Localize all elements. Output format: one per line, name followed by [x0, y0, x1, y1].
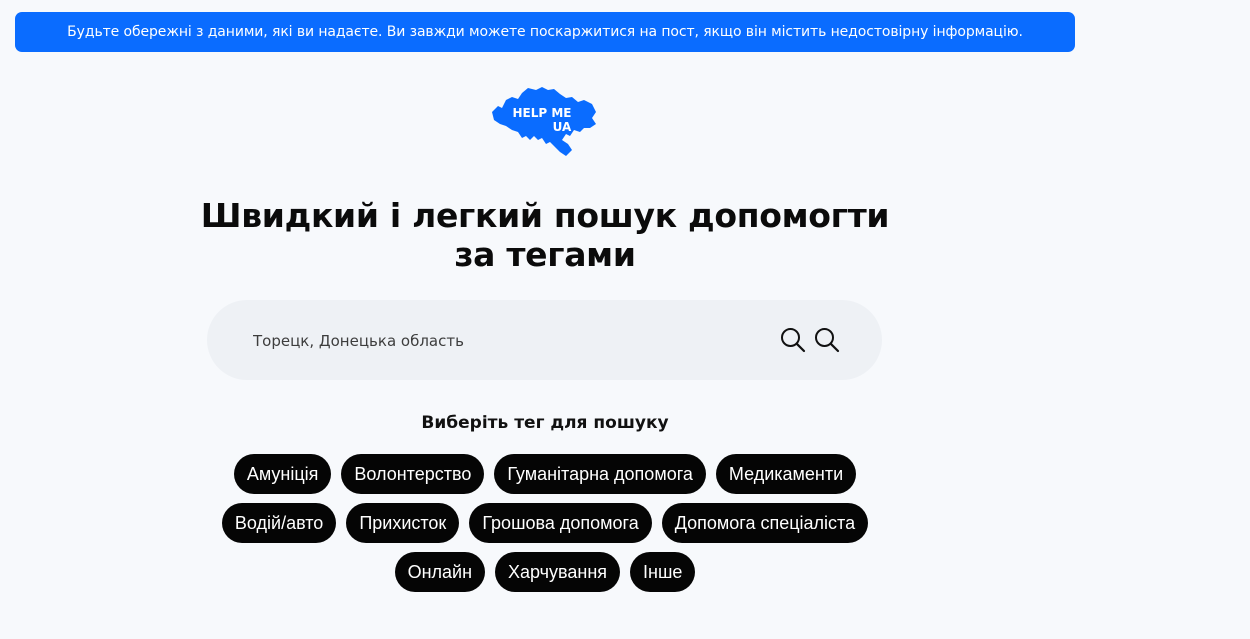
help-me-ua-logo[interactable]: HELP ME UA	[488, 84, 600, 160]
tag-online[interactable]: Онлайн	[394, 552, 486, 592]
tag-ammunition[interactable]: Амуніція	[233, 454, 332, 494]
tag-volunteering[interactable]: Волонтерство	[341, 454, 485, 494]
tag-row: Водій/авто Прихисток Грошова допомога До…	[200, 503, 890, 543]
tag-driver-car[interactable]: Водій/авто	[221, 503, 337, 543]
logo-text-line1: HELP ME	[513, 106, 572, 120]
search-input[interactable]	[251, 324, 755, 358]
tags-section-title: Виберіть тег для пошуку	[421, 413, 669, 433]
search-icon[interactable]	[814, 327, 840, 353]
tag-humanitarian-aid[interactable]: Гуманітарна допомога	[494, 454, 706, 494]
tag-medicines[interactable]: Медикаменти	[715, 454, 857, 494]
tag-row: Онлайн Харчування Інше	[200, 552, 890, 592]
page-title-line2: за тегами	[454, 235, 636, 274]
search-icon[interactable]	[780, 327, 806, 353]
tag-specialist-help[interactable]: Допомога спеціаліста	[661, 503, 869, 543]
tag-shelter[interactable]: Прихисток	[346, 503, 460, 543]
tag-financial-aid[interactable]: Грошова допомога	[469, 503, 652, 543]
warning-banner: Будьте обережні з даними, які ви надаєте…	[15, 12, 1075, 52]
warning-banner-text: Будьте обережні з даними, які ви надаєте…	[67, 24, 1023, 40]
tag-food[interactable]: Харчування	[495, 552, 621, 592]
page-title-line1: Швидкий і легкий пошук допомогти	[200, 196, 890, 235]
page-title: Швидкий і легкий пошук допомогти за тега…	[200, 196, 890, 274]
search-bar	[207, 300, 882, 380]
tag-row: Амуніція Волонтерство Гуманітарна допомо…	[200, 454, 890, 494]
tag-other[interactable]: Інше	[630, 552, 696, 592]
logo-text-line2: UA	[553, 120, 572, 134]
ukraine-map-logo-icon: HELP ME UA	[492, 87, 596, 156]
